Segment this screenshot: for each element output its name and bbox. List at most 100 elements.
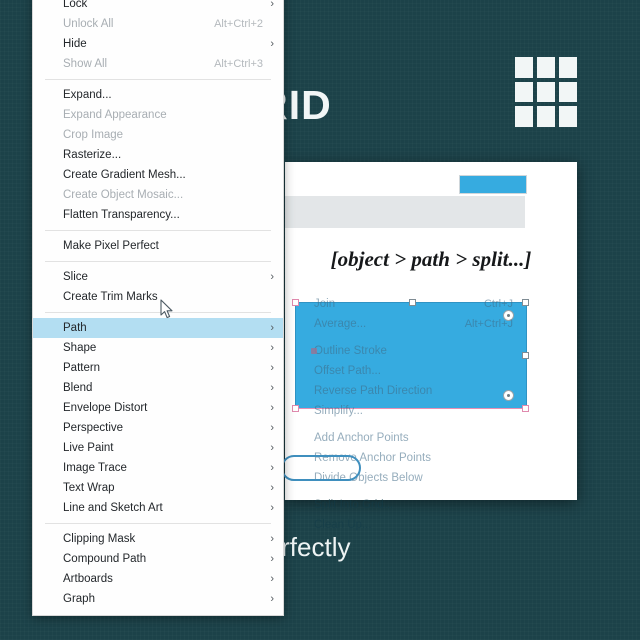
chevron-right-icon: › [270,402,274,414]
menu-item-label: Expand... [63,89,112,101]
menu-item-label: Image Trace [63,462,127,474]
menu-item-text-wrap[interactable]: Text Wrap › [33,478,283,498]
menu-item-label: Make Pixel Perfect [63,240,159,252]
menu-item-clipping-mask[interactable]: Clipping Mask › [33,529,283,549]
menu-item-artboards[interactable]: Artboards › [33,569,283,589]
menu-item-label: Crop Image [63,129,124,141]
menu-item-label: Rasterize... [63,149,122,161]
submenu-item-label: Average... [314,318,367,330]
chevron-right-icon: › [270,462,274,474]
menu-item-label: Live Paint [63,442,114,454]
path-submenu[interactable]: Join Ctrl+J Average... Alt+Ctrl+J Outlin… [295,290,525,541]
menu-item-envelope-distort[interactable]: Envelope Distort › [33,398,283,418]
menu-item-label: Perspective [63,422,124,434]
menu-item-label: Artboards [63,573,113,585]
menu-item-hide[interactable]: Hide › [33,34,283,54]
chevron-right-icon: › [270,593,274,605]
menu-separator [45,523,271,524]
menu-item-label: Graph [63,593,95,605]
menu-item-rasterize[interactable]: Rasterize... [33,145,283,165]
panel-toolbar [285,162,577,196]
menu-item-label: Show All [63,58,108,70]
submenu-item-label: Split Into Grid... [314,499,394,511]
menu-item-create-gradient-mesh[interactable]: Create Gradient Mesh... [33,165,283,185]
chevron-right-icon: › [270,442,274,454]
menu-item-pattern[interactable]: Pattern › [33,358,283,378]
submenu-item-outline-stroke[interactable]: Outline Stroke [295,341,525,361]
menu-separator [45,261,271,262]
menu-item-blend[interactable]: Blend › [33,378,283,398]
menu-item-perspective[interactable]: Perspective › [33,418,283,438]
chevron-right-icon: › [270,382,274,394]
chevron-right-icon: › [270,553,274,565]
submenu-separator [295,334,525,341]
chevron-right-icon: › [270,573,274,585]
submenu-item-split-into-grid[interactable]: Split Into Grid... [295,495,525,515]
submenu-separator [295,421,525,428]
menu-item-crop-image[interactable]: Crop Image [33,125,283,145]
submenu-item-shortcut: Ctrl+J [483,298,513,310]
menu-item-label: Text Wrap [63,482,115,494]
object-context-menu[interactable]: Lock › Unlock All Alt+Ctrl+2 Hide › Show… [32,0,284,616]
menu-separator [45,79,271,80]
chevron-right-icon: › [270,422,274,434]
submenu-item-shortcut: Alt+Ctrl+J [464,318,513,330]
menu-item-live-paint[interactable]: Live Paint › [33,438,283,458]
menu-item-expand[interactable]: Expand... [33,85,283,105]
menu-item-path[interactable]: Path › [33,318,283,338]
menu-item-flatten-transparency[interactable]: Flatten Transparency... [33,205,283,225]
panel-caption: [object > path > split...] [330,247,532,271]
menu-item-label: Unlock All [63,18,114,30]
submenu-item-label: Offset Path... [314,365,381,377]
chevron-right-icon: › [270,0,274,10]
menu-item-compound-path[interactable]: Compound Path › [33,549,283,569]
submenu-item-clean-up[interactable]: Clean Up... [295,515,525,535]
chevron-right-icon: › [270,502,274,514]
menu-item-show-all[interactable]: Show All Alt+Ctrl+3 [33,54,283,74]
menu-item-label: Clipping Mask [63,533,136,545]
grid-3x3-icon [515,57,577,127]
submenu-separator [295,488,525,495]
menu-item-lock[interactable]: Lock › [33,0,283,14]
chevron-right-icon: › [270,271,274,283]
menu-item-label: Create Object Mosaic... [63,189,184,201]
screenshot-stage: O GRID ting layouts with perfectly ers. … [0,0,640,640]
menu-item-label: Shape [63,342,97,354]
submenu-item-join[interactable]: Join Ctrl+J [295,294,525,314]
submenu-item-reverse-path-direction[interactable]: Reverse Path Direction [295,381,525,401]
menu-item-label: Compound Path [63,553,147,565]
submenu-item-label: Outline Stroke [314,345,387,357]
menu-item-slice[interactable]: Slice › [33,267,283,287]
menu-item-label: Envelope Distort [63,402,148,414]
menu-item-label: Path [63,322,87,334]
ellipse-annotation [281,455,361,481]
submenu-item-simplify[interactable]: Simplify... [295,401,525,421]
panel-gray-band [285,196,525,228]
menu-item-label: Slice [63,271,88,283]
menu-item-label: Blend [63,382,93,394]
submenu-item-offset-path[interactable]: Offset Path... [295,361,525,381]
menu-item-expand-appearance[interactable]: Expand Appearance [33,105,283,125]
menu-item-line-and-sketch-art[interactable]: Line and Sketch Art › [33,498,283,518]
menu-item-label: Pattern [63,362,101,374]
menu-item-shape[interactable]: Shape › [33,338,283,358]
submenu-item-label: Reverse Path Direction [314,385,433,397]
menu-item-create-object-mosaic[interactable]: Create Object Mosaic... [33,185,283,205]
menu-item-unlock-all[interactable]: Unlock All Alt+Ctrl+2 [33,14,283,34]
menu-item-make-pixel-perfect[interactable]: Make Pixel Perfect [33,236,283,256]
menu-item-label: Flatten Transparency... [63,209,180,221]
chevron-right-icon: › [270,38,274,50]
menu-item-shortcut: Alt+Ctrl+3 [214,58,263,70]
chevron-right-icon: › [270,533,274,545]
chevron-right-icon: › [270,482,274,494]
menu-item-graph[interactable]: Graph › [33,589,283,609]
submenu-item-add-anchor-points[interactable]: Add Anchor Points [295,428,525,448]
submenu-item-label: Simplify... [314,405,363,417]
submenu-item-average[interactable]: Average... Alt+Ctrl+J [295,314,525,334]
chevron-right-icon: › [270,362,274,374]
chevron-right-icon: › [270,322,274,334]
menu-item-image-trace[interactable]: Image Trace › [33,458,283,478]
menu-item-label: Create Gradient Mesh... [63,169,186,181]
menu-separator [45,230,271,231]
menu-item-create-trim-marks[interactable]: Create Trim Marks [33,287,283,307]
